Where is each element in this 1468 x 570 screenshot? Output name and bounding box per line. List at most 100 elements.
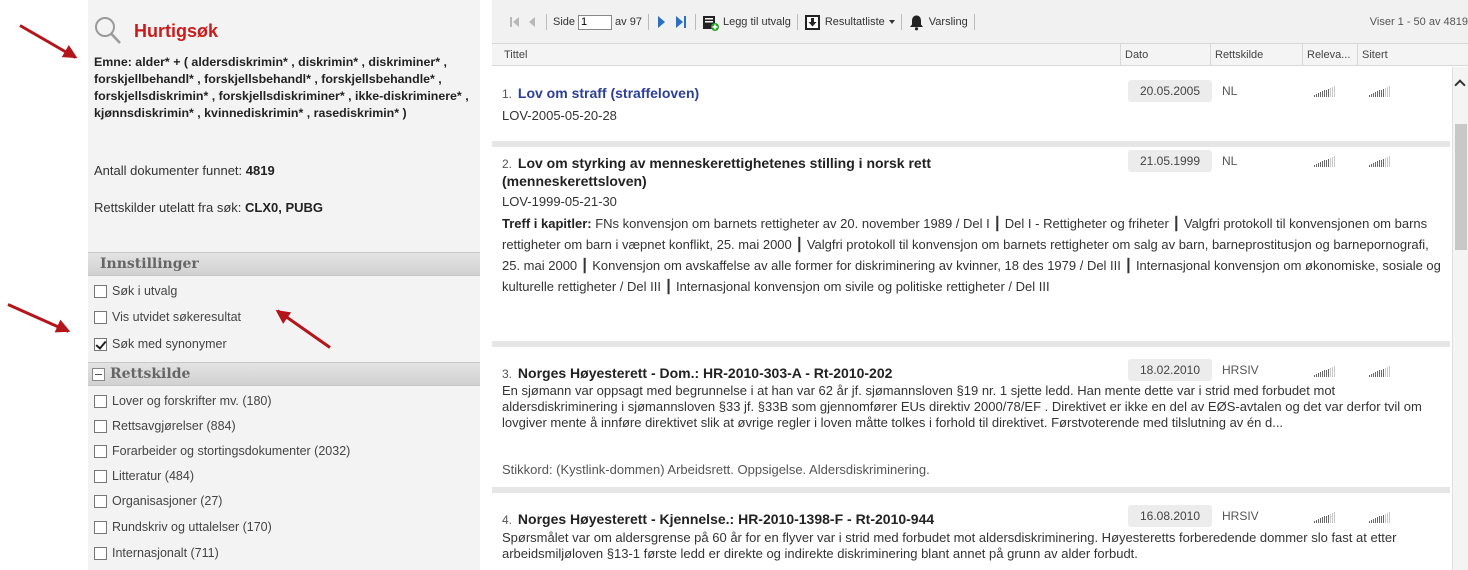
filter-international[interactable]: Internasjonalt (711) <box>94 543 219 563</box>
bar-segment <box>1385 368 1386 377</box>
result-title-text: Norges Høyesterett - Kjennelse.: HR-2010… <box>517 511 935 527</box>
next-page-icon[interactable] <box>655 15 669 29</box>
results-panel: Side av 97 Legg til utvalg <box>492 0 1468 570</box>
chapter-hits-text[interactable]: FNs konvensjon om barnets rettigheter av… <box>502 216 1441 294</box>
bar-segment <box>1314 165 1315 167</box>
result-number: 4. <box>502 513 513 527</box>
scroll-up-icon[interactable] <box>1454 79 1466 91</box>
search-icon <box>94 16 122 46</box>
bar-segment <box>1316 94 1317 97</box>
result-keywords: Stikkord: (Kystlink-dommen) Arbeidsrett.… <box>502 462 930 477</box>
option-label: Søk i utvalg <box>112 284 178 298</box>
quick-search-title[interactable]: Hurtigsøk <box>134 21 218 42</box>
result-item[interactable]: 1. Lov om straff (straffeloven) LOV-2005… <box>492 67 1450 147</box>
result-number: 3. <box>502 367 513 381</box>
results-scrollbar[interactable] <box>1452 67 1468 570</box>
scrollbar-thumb[interactable] <box>1455 124 1467 250</box>
filter-circulars[interactable]: Rundskriv og uttalelser (170) <box>94 517 272 537</box>
bar-segment <box>1371 520 1372 523</box>
option-label: Vis utvidet søkeresultat <box>112 310 241 324</box>
filter-checkbox[interactable] <box>94 394 107 408</box>
result-title[interactable]: 4. Norges Høyesterett - Kjennelse.: HR-2… <box>502 511 934 529</box>
bar-segment <box>1330 514 1331 523</box>
last-page-icon[interactable] <box>675 15 689 29</box>
add-to-selection-button[interactable]: Legg til utvalg <box>702 14 791 31</box>
filter-checkbox[interactable] <box>94 469 107 483</box>
result-list-button[interactable]: Resultatliste <box>804 14 895 31</box>
filter-checkbox[interactable] <box>94 494 107 508</box>
bar-segment <box>1320 162 1321 167</box>
bar-segment <box>1369 165 1370 167</box>
result-title[interactable]: 2. Lov om styrking av menneskerettighete… <box>502 155 1062 190</box>
add-to-selection-label: Legg til utvalg <box>722 16 791 28</box>
column-cited[interactable]: Sitert <box>1357 44 1451 66</box>
filter-checkbox[interactable] <box>94 419 107 433</box>
synonyms-checkbox[interactable] <box>94 337 107 351</box>
result-title[interactable]: 1. Lov om straff (straffeloven) <box>502 85 699 103</box>
legal-source-heading[interactable]: Rettskilde <box>88 362 480 386</box>
bar-segment <box>1379 160 1380 167</box>
first-page-icon[interactable] <box>508 15 522 29</box>
cited-bars-icon <box>1369 365 1391 377</box>
filter-label: Forarbeider og stortingsdokumenter (2032… <box>112 444 351 458</box>
bar-segment <box>1385 88 1386 97</box>
pager: Side av 97 Legg til utvalg <box>492 12 981 32</box>
bar-segment <box>1334 512 1335 523</box>
result-item[interactable]: 4. Norges Høyesterett - Kjennelse.: HR-2… <box>492 493 1450 570</box>
filter-literature[interactable]: Litteratur (484) <box>94 466 194 486</box>
filter-label: Rundskriv og uttalelser (170) <box>112 520 272 534</box>
search-in-selection-checkbox[interactable] <box>94 284 107 298</box>
bar-segment <box>1373 163 1374 167</box>
bar-segment <box>1389 156 1390 167</box>
result-title[interactable]: 3. Norges Høyesterett - Dom.: HR-2010-30… <box>502 365 892 383</box>
column-relevance[interactable]: Releva... <box>1302 44 1357 66</box>
option-search-in-selection[interactable]: Søk i utvalg <box>94 281 177 301</box>
filter-checkbox[interactable] <box>94 444 107 458</box>
filter-laws[interactable]: Lover og forskrifter mv. (180) <box>94 391 272 411</box>
option-label: Søk med synonymer <box>112 337 227 351</box>
filter-checkbox[interactable] <box>94 520 107 534</box>
filter-organisations[interactable]: Organisasjoner (27) <box>94 491 222 511</box>
bar-segment <box>1383 159 1384 167</box>
cited-bars-icon <box>1369 85 1391 97</box>
result-date: 21.05.1999 <box>1128 150 1212 172</box>
results-list: 1. Lov om straff (straffeloven) LOV-2005… <box>492 67 1452 570</box>
result-summary: En sjømann var oppsagt med begrunnelse i… <box>502 383 1422 430</box>
bar-segment <box>1314 521 1315 523</box>
bar-segment <box>1375 92 1376 97</box>
column-date[interactable]: Dato <box>1120 44 1210 66</box>
result-item[interactable]: 2. Lov om styrking av menneskerettighete… <box>492 147 1450 347</box>
bar-segment <box>1373 373 1374 377</box>
bar-segment <box>1324 90 1325 97</box>
bar-segment <box>1381 370 1382 377</box>
option-synonyms[interactable]: Søk med synonymer <box>94 334 227 354</box>
bar-segment <box>1334 156 1335 167</box>
page-number-input[interactable] <box>578 14 613 30</box>
result-item[interactable]: 3. Norges Høyesterett - Dom.: HR-2010-30… <box>492 347 1450 493</box>
bar-segment <box>1314 375 1315 377</box>
bar-segment <box>1379 90 1380 97</box>
filter-court-decisions[interactable]: Rettsavgjørelser (884) <box>94 416 236 436</box>
extended-results-checkbox[interactable] <box>94 310 107 324</box>
document-count-label: Antall dokumenter funnet: <box>94 163 243 178</box>
option-extended-results[interactable]: Vis utvidet søkeresultat <box>94 307 241 327</box>
filter-checkbox[interactable] <box>94 546 107 560</box>
bar-segment <box>1334 86 1335 97</box>
bar-segment <box>1383 369 1384 377</box>
alert-button[interactable]: Varsling <box>908 14 968 31</box>
settings-heading[interactable]: Innstillinger <box>88 252 480 276</box>
bar-segment <box>1371 94 1372 97</box>
prev-page-icon[interactable] <box>526 15 540 29</box>
bar-segment <box>1375 518 1376 523</box>
column-source[interactable]: Rettskilde <box>1210 44 1302 66</box>
cited-bars-icon <box>1369 511 1391 523</box>
bar-segment <box>1322 517 1323 523</box>
bar-segment <box>1322 371 1323 377</box>
bar-segment <box>1387 157 1388 167</box>
bar-segment <box>1371 164 1372 167</box>
filter-preparatory-works[interactable]: Forarbeider og stortingsdokumenter (2032… <box>94 441 350 461</box>
collapse-icon[interactable] <box>92 367 105 381</box>
column-title[interactable]: Tittel <box>500 44 1120 66</box>
result-summary: Spørsmålet var om aldersgrense på 60 år … <box>502 530 1397 561</box>
result-title-text: Lov om styrking av menneskerettighetenes… <box>502 155 932 189</box>
